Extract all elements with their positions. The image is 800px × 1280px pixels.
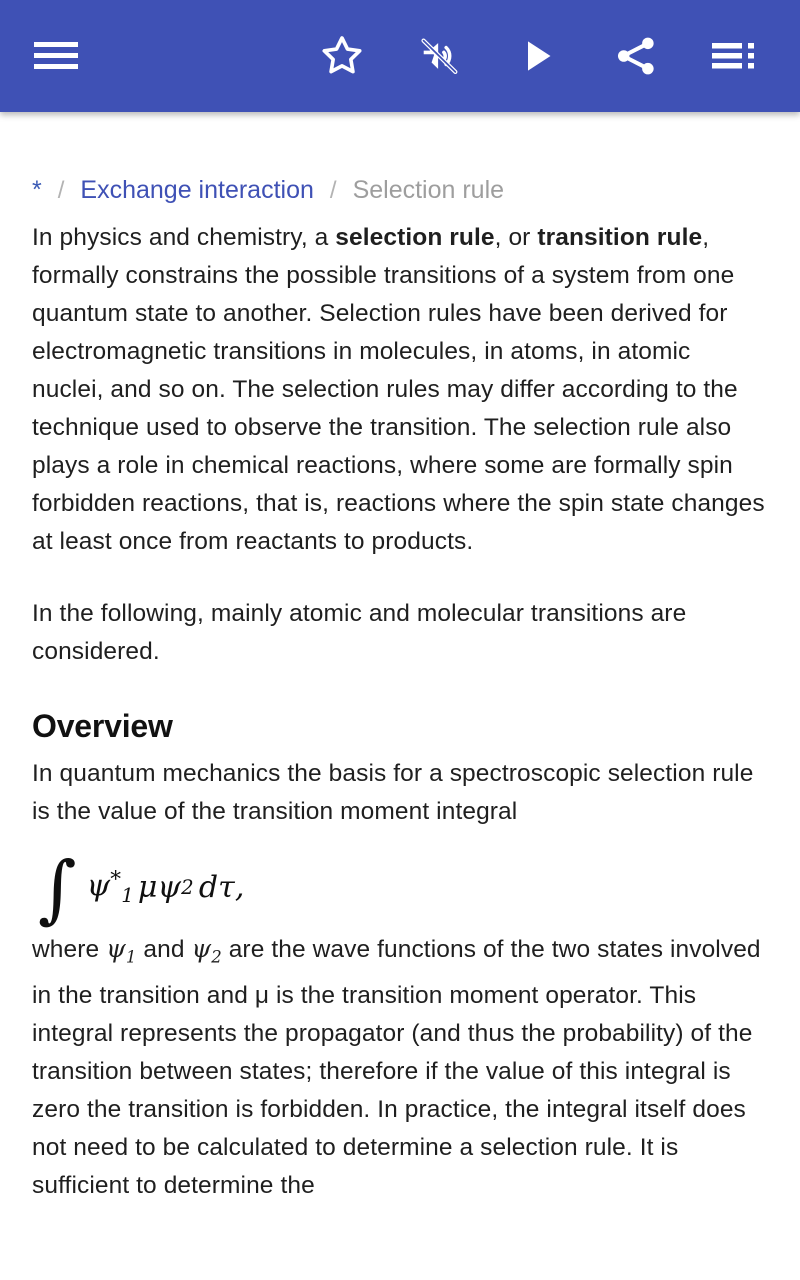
psi-symbol-2: ψ bbox=[157, 869, 182, 905]
psi-1-conjugate: ψ*1 bbox=[87, 869, 134, 906]
breadcrumb-separator-2: / bbox=[329, 177, 337, 204]
term-selection-rule: selection rule bbox=[335, 224, 495, 251]
formula-comma: , bbox=[234, 869, 245, 905]
inline-psi-2: ψ2 bbox=[191, 934, 221, 966]
intro-tail-text: , formally constrains the possible trans… bbox=[32, 224, 765, 555]
star-icon[interactable] bbox=[316, 30, 368, 82]
breadcrumb-separator-1: / bbox=[57, 177, 65, 204]
psi-subscript-1: 1 bbox=[121, 884, 134, 908]
differential-d: d bbox=[198, 869, 219, 905]
psi-subscript-2: 2 bbox=[181, 875, 194, 899]
inline-psi-1: ψ1 bbox=[106, 934, 136, 966]
intro-paragraph: In physics and chemistry, a selection ru… bbox=[32, 219, 768, 561]
volume-off-icon[interactable] bbox=[414, 30, 466, 82]
breadcrumb-current-page: Selection rule bbox=[352, 176, 505, 204]
overview-paragraph-2: where ψ1 and ψ2 are the wave functions o… bbox=[32, 930, 768, 1204]
tau-symbol: τ bbox=[218, 869, 235, 905]
share-icon[interactable] bbox=[610, 30, 662, 82]
app-bar bbox=[0, 0, 800, 112]
inline-psi-symbol-1: ψ bbox=[106, 934, 126, 964]
article-page: * / Exchange interaction / Selection rul… bbox=[0, 112, 800, 1205]
mu-symbol: μ bbox=[137, 869, 158, 905]
app-bar-actions bbox=[316, 30, 774, 82]
psi-symbol-1: ψ bbox=[86, 868, 111, 904]
breadcrumb-parent-link[interactable]: Exchange interaction bbox=[80, 176, 313, 205]
inline-psi-subscript-2: 2 bbox=[211, 947, 222, 967]
breadcrumb-home-link[interactable]: * bbox=[32, 176, 42, 205]
transition-moment-integral-formula: ∫ ψ*1 μ ψ 2 d τ, bbox=[38, 846, 768, 932]
intro-lead-text: In physics and chemistry, a bbox=[32, 224, 336, 251]
overview-paragraph-1: In quantum mechanics the basis for a spe… bbox=[32, 760, 754, 825]
inline-psi-subscript-1: 1 bbox=[125, 947, 137, 967]
conjugate-star: * bbox=[110, 867, 122, 893]
overview-p2-part-a: where bbox=[32, 936, 107, 964]
play-icon[interactable] bbox=[512, 30, 564, 82]
integral-sign: ∫ bbox=[38, 846, 77, 932]
article-body: In physics and chemistry, a selection ru… bbox=[32, 219, 768, 1205]
inline-psi-symbol-2: ψ bbox=[191, 934, 212, 964]
intro-mid-text: , or bbox=[494, 224, 538, 251]
menu-button[interactable] bbox=[30, 30, 82, 82]
second-paragraph: In the following, mainly atomic and mole… bbox=[32, 600, 687, 665]
table-of-contents-icon[interactable] bbox=[708, 30, 760, 82]
term-transition-rule: transition rule bbox=[537, 224, 703, 251]
breadcrumb: * / Exchange interaction / Selection rul… bbox=[32, 112, 768, 219]
section-heading-overview: Overview bbox=[32, 708, 173, 744]
overview-p2-part-b: and bbox=[136, 936, 192, 964]
app-bar-left-group bbox=[30, 30, 82, 82]
overview-p2-part-c: are the wave functions of the two states… bbox=[32, 936, 761, 1199]
